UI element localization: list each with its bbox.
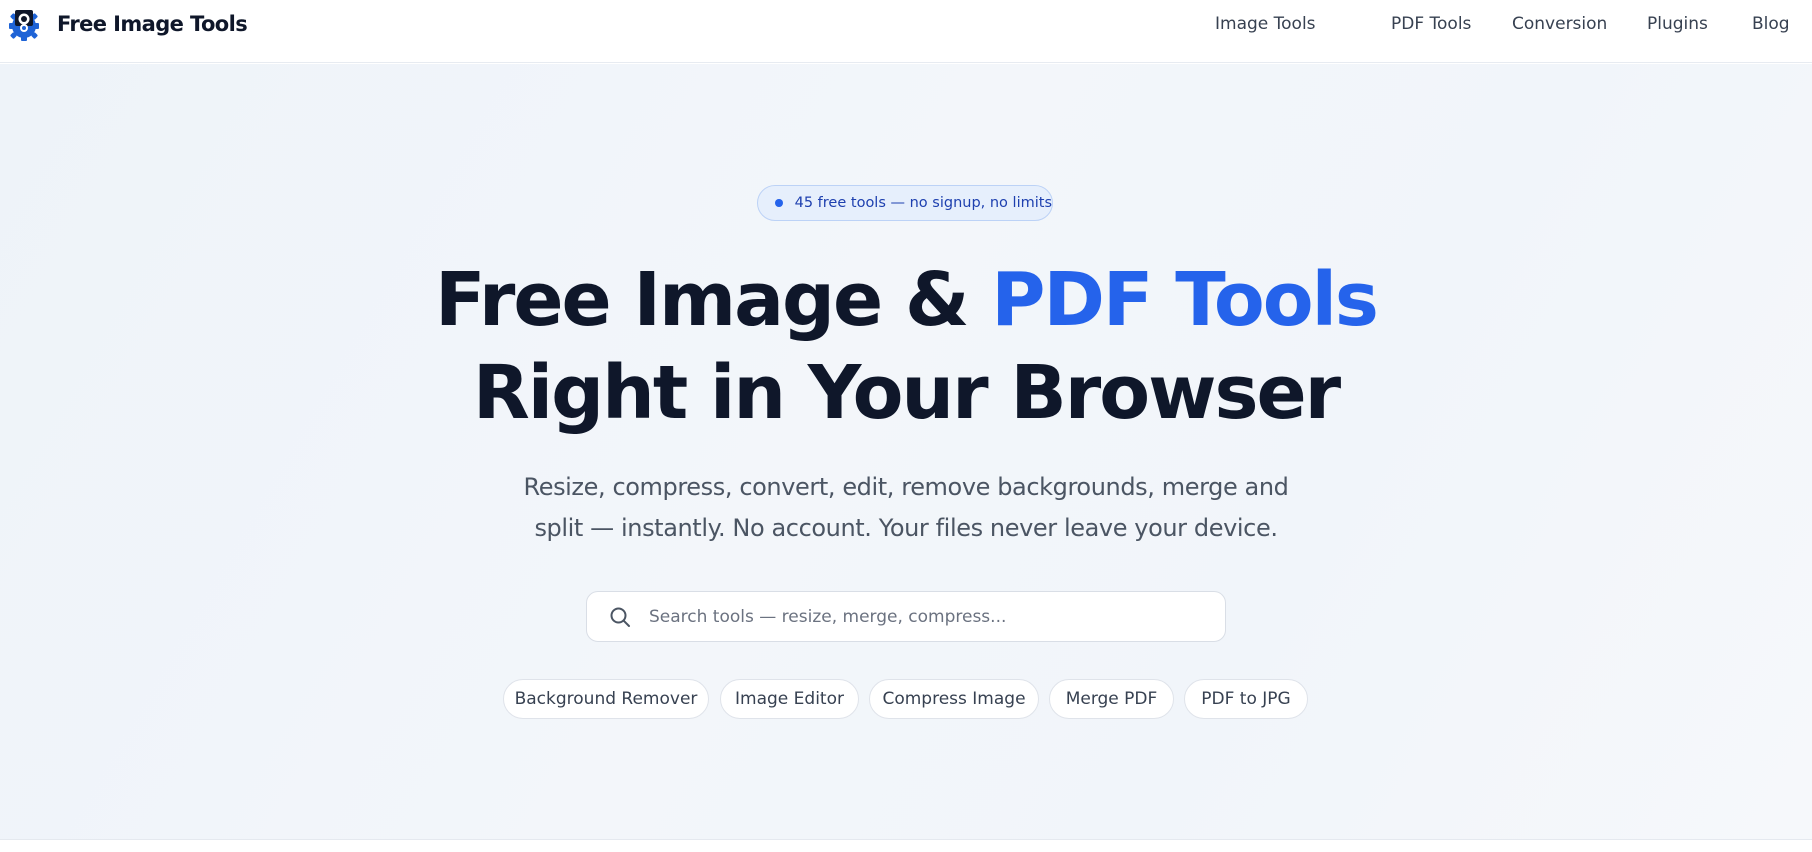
top-navigation-bar: Free Image Tools Image Tools PDF Tools C…	[0, 0, 1812, 63]
quick-link-background-remover[interactable]: Background Remover	[503, 679, 709, 719]
nav-link-pdf-tools[interactable]: PDF Tools	[1391, 14, 1471, 34]
headline-accent: PDF Tools	[991, 257, 1379, 343]
site-logo-link[interactable]: Free Image Tools	[6, 7, 248, 41]
headline-part1: Free Image &	[435, 257, 992, 343]
page: Free Image Tools Image Tools PDF Tools C…	[0, 0, 1812, 852]
badge-dot	[775, 199, 783, 207]
section-divider	[0, 839, 1812, 840]
camera-robot-icon	[6, 7, 42, 41]
quick-link-merge-pdf[interactable]: Merge PDF	[1049, 679, 1174, 719]
tool-count-badge: 45 free tools — no signup, no limits	[757, 185, 1053, 221]
search-icon	[609, 606, 631, 628]
tool-search-box[interactable]	[586, 591, 1226, 642]
nav-link-blog[interactable]: Blog	[1752, 14, 1790, 34]
badge-text: 45 free tools — no signup, no limits	[794, 195, 1052, 211]
quick-link-pdf-to-jpg[interactable]: PDF to JPG	[1184, 679, 1308, 719]
site-name: Free Image Tools	[57, 12, 248, 36]
nav-link-image-tools[interactable]: Image Tools	[1215, 14, 1316, 34]
hero-headline: Free Image & PDF Tools Right in Your Bro…	[0, 254, 1812, 440]
hero-subtitle: Resize, compress, convert, edit, remove …	[523, 473, 1289, 542]
hero-section	[0, 64, 1812, 840]
headline-line2: Right in Your Browser	[472, 350, 1341, 436]
search-input[interactable]	[647, 605, 1211, 628]
nav-link-plugins[interactable]: Plugins	[1647, 14, 1708, 34]
nav-link-conversion[interactable]: Conversion	[1512, 14, 1607, 34]
quick-link-image-editor[interactable]: Image Editor	[720, 679, 859, 719]
quick-link-compress-image[interactable]: Compress Image	[869, 679, 1039, 719]
